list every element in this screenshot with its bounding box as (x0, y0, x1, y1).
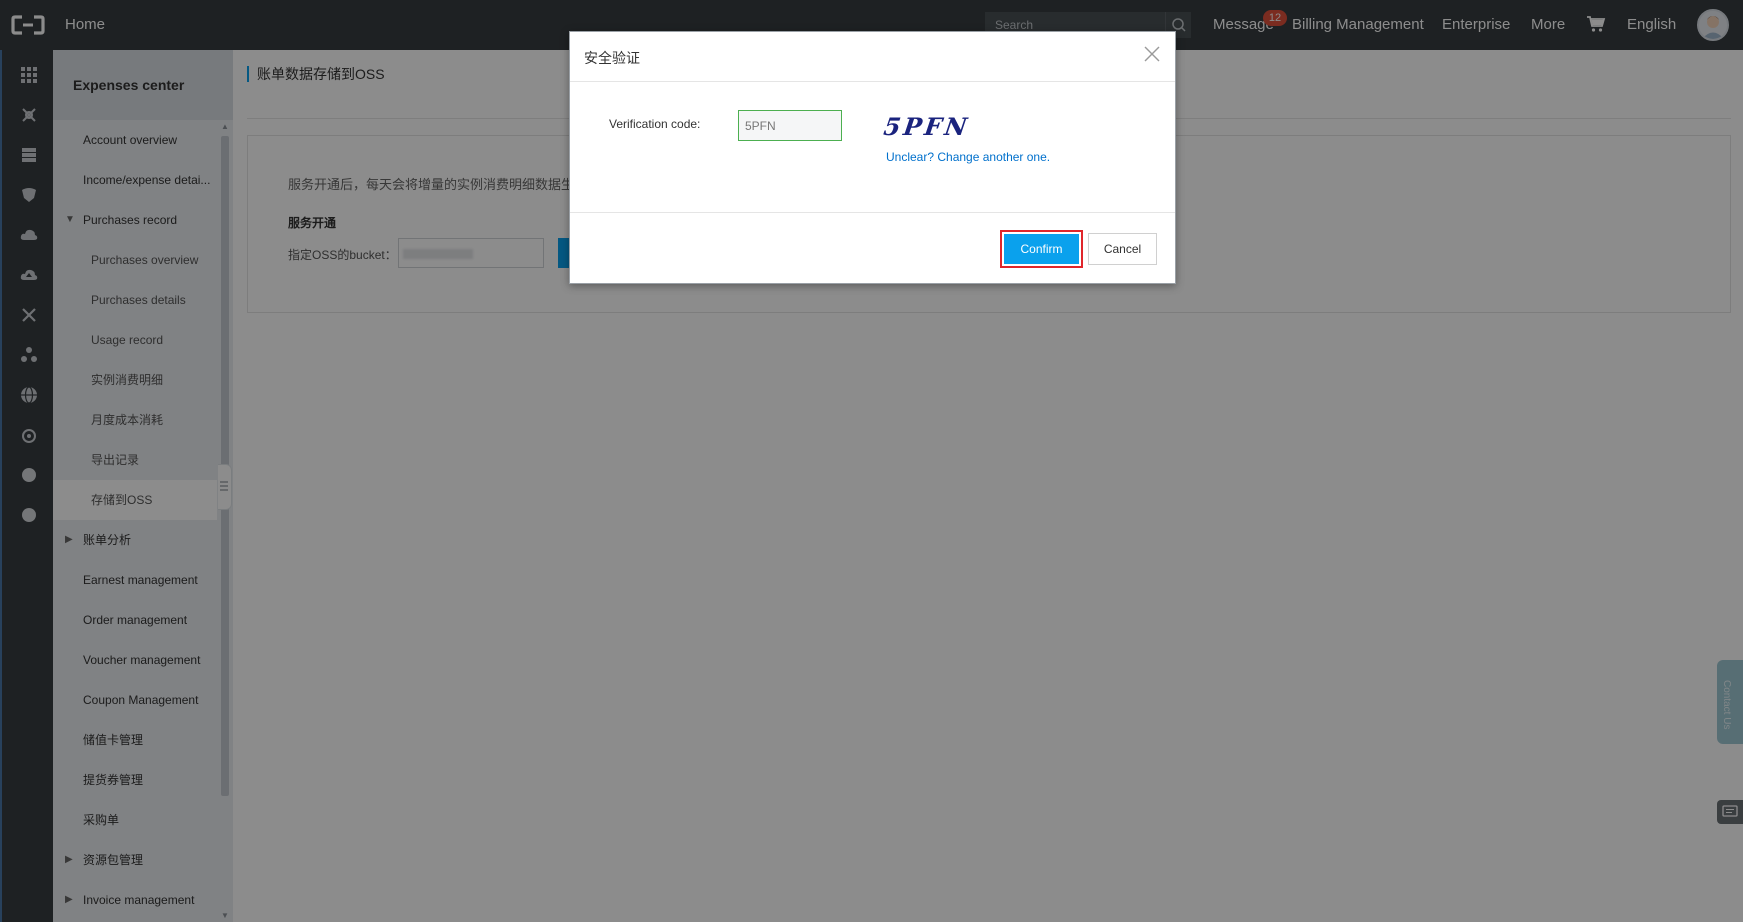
dialog-footer-divider (570, 212, 1175, 213)
change-captcha-link[interactable]: Unclear? Change another one. (886, 150, 1050, 164)
app-window: 账单数据存储到OSS 服务开通后，每天会将增量的实例消费明细数据生 服务开通 指… (0, 0, 1743, 922)
confirm-button[interactable]: Confirm (1004, 234, 1079, 264)
dialog-header-divider (570, 81, 1175, 82)
security-verification-dialog: 安全验证 Verification code: 5PFN Unclear? Ch… (569, 31, 1176, 284)
verification-code-label: Verification code: (609, 117, 701, 131)
cancel-button[interactable]: Cancel (1088, 233, 1157, 265)
verification-code-input[interactable] (738, 110, 842, 141)
captcha-image[interactable]: 5PFN (882, 112, 972, 141)
close-icon[interactable] (1142, 44, 1162, 64)
captcha-text: 5PFN (881, 112, 972, 141)
dialog-title: 安全验证 (584, 50, 640, 66)
